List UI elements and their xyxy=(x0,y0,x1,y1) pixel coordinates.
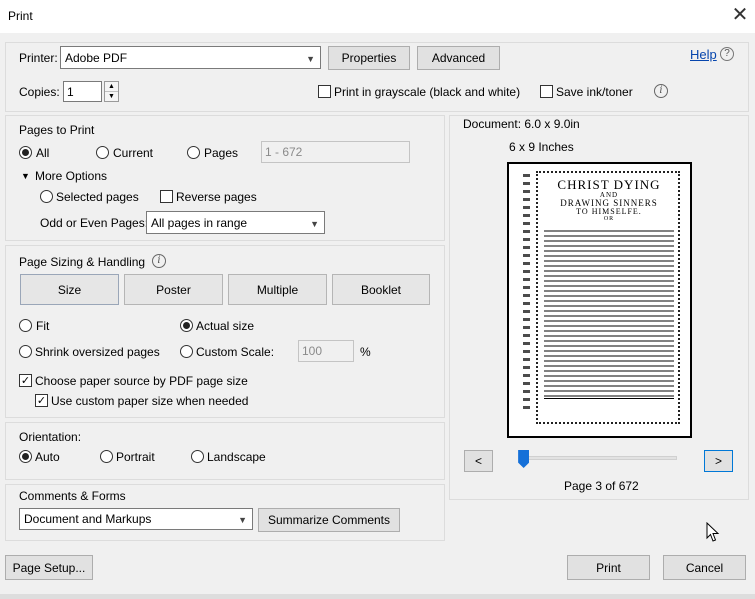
chevron-down-icon: ▼ xyxy=(306,53,315,64)
background-document-strip xyxy=(0,588,755,599)
fit-radio[interactable] xyxy=(19,319,32,332)
printer-label: Printer: xyxy=(19,51,58,65)
page-status: Page 3 of 672 xyxy=(564,479,639,493)
pages-range-input[interactable]: 1 - 672 xyxy=(261,141,410,163)
chevron-down-icon: ▼ xyxy=(238,515,247,525)
save-ink-checkbox[interactable] xyxy=(540,85,553,98)
save-ink-label[interactable]: Save ink/toner xyxy=(556,85,633,99)
selected-pages-radio[interactable] xyxy=(40,190,53,203)
current-page-label[interactable]: Current xyxy=(113,146,153,160)
all-pages-radio[interactable] xyxy=(19,146,32,159)
fit-label[interactable]: Fit xyxy=(36,319,49,333)
next-page-button[interactable]: > xyxy=(704,450,733,472)
custom-paper-checkbox[interactable]: ✓ xyxy=(35,394,48,407)
window-title: Print xyxy=(8,9,33,23)
document-title-text: CHRIST DYING AND DRAWING SINNERS TO HIMS… xyxy=(542,178,676,222)
paper-source-checkbox[interactable]: ✓ xyxy=(19,374,32,387)
page-slider-track[interactable] xyxy=(520,456,677,460)
auto-orientation-label[interactable]: Auto xyxy=(35,450,60,464)
shrink-radio[interactable] xyxy=(19,345,32,358)
doc-line-4: TO HIMSELFE. xyxy=(576,207,642,216)
portrait-label[interactable]: Portrait xyxy=(116,450,155,464)
copies-input[interactable]: 1 xyxy=(63,81,102,102)
grayscale-label[interactable]: Print in grayscale (black and white) xyxy=(334,85,520,99)
custom-scale-value: 100 xyxy=(302,344,323,358)
poster-button[interactable]: Poster xyxy=(124,274,223,305)
copies-value: 1 xyxy=(67,84,74,99)
custom-scale-radio[interactable] xyxy=(180,345,193,358)
copies-label: Copies: xyxy=(19,85,60,99)
percent-label: % xyxy=(360,345,371,359)
document-body-text xyxy=(544,230,674,398)
comments-title: Comments & Forms xyxy=(19,489,126,503)
custom-paper-label[interactable]: Use custom paper size when needed xyxy=(51,394,248,408)
selected-pages-label[interactable]: Selected pages xyxy=(56,190,139,204)
pages-range-label[interactable]: Pages xyxy=(204,146,238,160)
sizing-info-icon[interactable]: i xyxy=(152,254,166,268)
printer-selected-value: Adobe PDF xyxy=(65,50,128,65)
triangle-down-icon[interactable]: ▼ xyxy=(21,171,30,181)
previous-page-button[interactable]: < xyxy=(464,450,493,472)
copies-stepper[interactable]: ▲ ▼ xyxy=(104,81,119,102)
custom-scale-label[interactable]: Custom Scale: xyxy=(196,345,274,359)
document-size: Document: 6.0 x 9.0in xyxy=(463,117,580,131)
orientation-title: Orientation: xyxy=(19,430,82,444)
pages-range-value: 1 - 672 xyxy=(265,145,303,159)
stepper-up-icon[interactable]: ▲ xyxy=(105,82,118,92)
page-preview: CHRIST DYING AND DRAWING SINNERS TO HIMS… xyxy=(507,162,692,438)
size-button[interactable]: Size xyxy=(20,274,119,305)
printer-select[interactable]: Adobe PDF ▼ xyxy=(60,46,321,69)
odd-even-label: Odd or Even Pages: xyxy=(40,216,149,230)
page-sizing-title: Page Sizing & Handling xyxy=(19,255,146,269)
reverse-pages-checkbox[interactable] xyxy=(160,190,173,203)
comments-select[interactable]: Document and Markups ▼ xyxy=(19,508,253,530)
reverse-pages-label[interactable]: Reverse pages xyxy=(176,190,257,204)
paper-size: 6 x 9 Inches xyxy=(509,140,574,154)
help-icon[interactable]: ? xyxy=(720,47,734,61)
landscape-label[interactable]: Landscape xyxy=(207,450,266,464)
actual-size-label[interactable]: Actual size xyxy=(196,319,254,333)
current-page-radio[interactable] xyxy=(96,146,109,159)
pages-range-radio[interactable] xyxy=(187,146,200,159)
actual-size-radio[interactable] xyxy=(180,319,193,332)
close-icon[interactable]: ✕ xyxy=(729,3,751,27)
auto-orientation-radio[interactable] xyxy=(19,450,32,463)
pages-to-print-title: Pages to Print xyxy=(19,123,95,137)
advanced-button[interactable]: Advanced xyxy=(417,46,500,70)
comments-selected-value: Document and Markups xyxy=(24,512,152,526)
help-link[interactable]: Help xyxy=(690,47,717,62)
summarize-comments-button[interactable]: Summarize Comments xyxy=(258,508,400,532)
page-setup-button[interactable]: Page Setup... xyxy=(5,555,93,580)
booklet-button[interactable]: Booklet xyxy=(332,274,430,305)
paper-source-label[interactable]: Choose paper source by PDF page size xyxy=(35,374,248,388)
portrait-radio[interactable] xyxy=(100,450,113,463)
custom-scale-input[interactable]: 100 xyxy=(298,340,354,362)
mouse-cursor-icon xyxy=(706,522,720,542)
properties-button[interactable]: Properties xyxy=(328,46,410,70)
doc-line-5: OR xyxy=(603,216,615,222)
title-bar: Print ✕ xyxy=(0,0,755,33)
document-divider xyxy=(544,398,674,399)
grayscale-checkbox[interactable] xyxy=(318,85,331,98)
print-button[interactable]: Print xyxy=(567,555,650,580)
stepper-down-icon[interactable]: ▼ xyxy=(105,92,118,101)
more-options-toggle[interactable]: More Options xyxy=(35,169,107,183)
landscape-radio[interactable] xyxy=(191,450,204,463)
cancel-button[interactable]: Cancel xyxy=(663,555,746,580)
info-icon[interactable]: i xyxy=(654,84,668,98)
doc-line-1: CHRIST DYING xyxy=(557,177,661,192)
document-left-edge xyxy=(523,174,530,414)
odd-even-selected-value: All pages in range xyxy=(151,215,248,230)
all-pages-label[interactable]: All xyxy=(36,146,49,160)
shrink-label[interactable]: Shrink oversized pages xyxy=(35,345,160,359)
odd-even-select[interactable]: All pages in range ▼ xyxy=(146,211,325,234)
multiple-button[interactable]: Multiple xyxy=(228,274,327,305)
chevron-down-icon: ▼ xyxy=(310,218,319,229)
